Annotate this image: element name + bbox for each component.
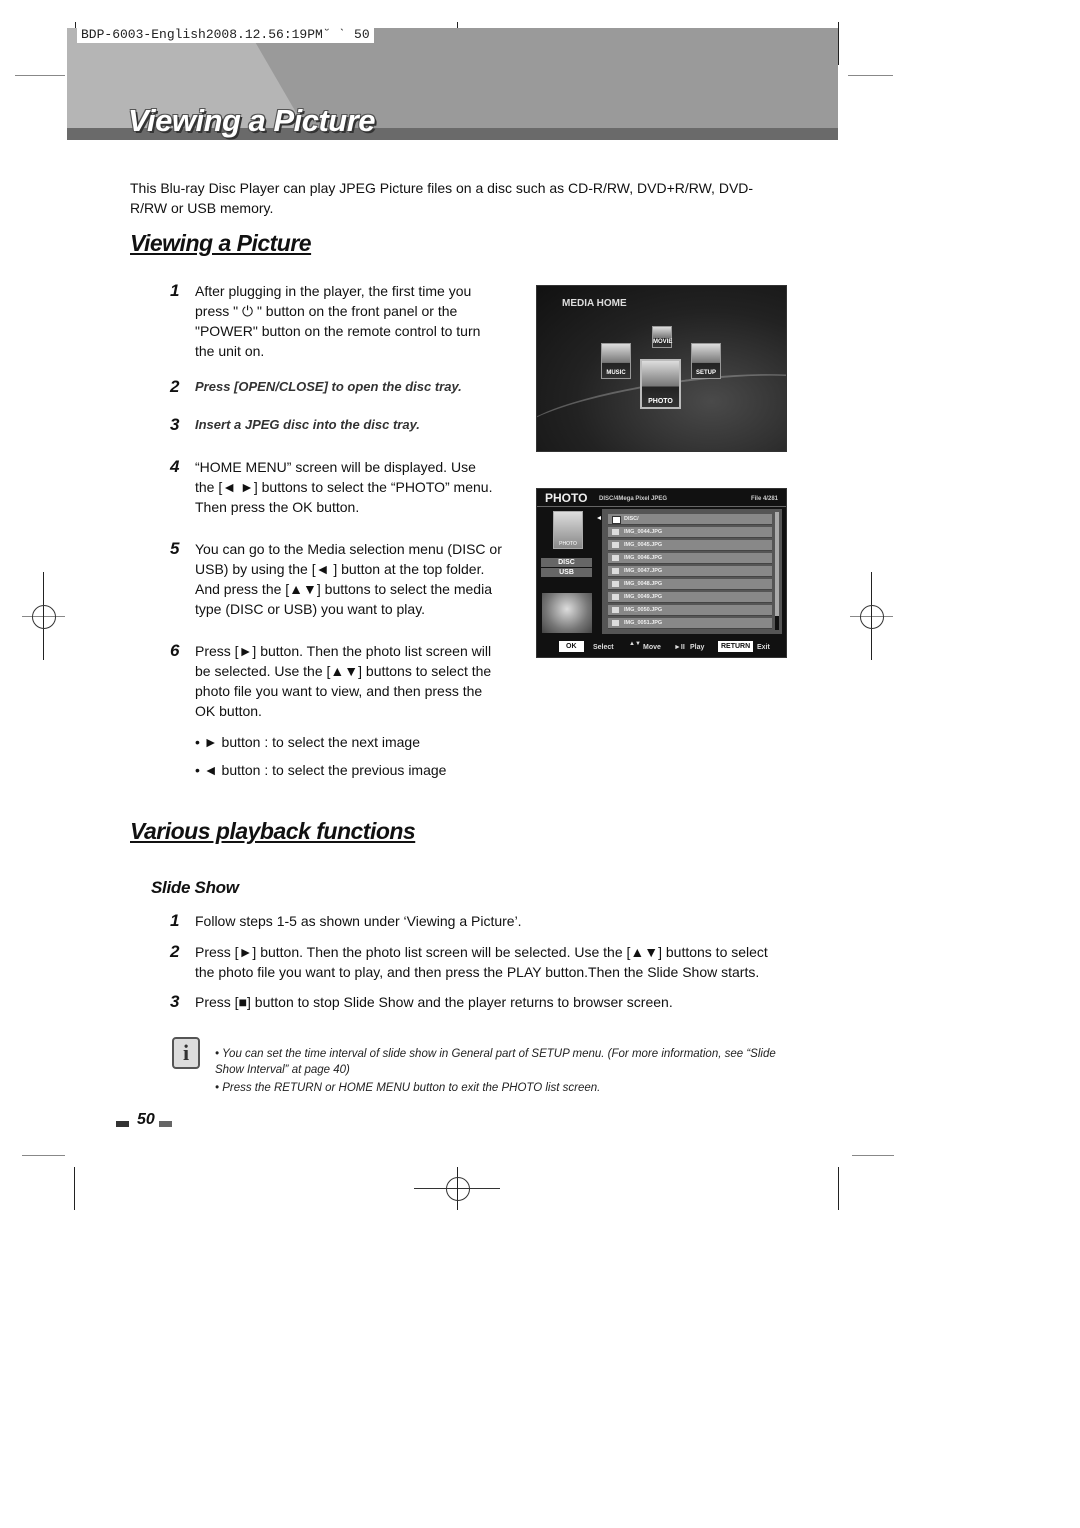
photo-category-icon: PHOTO [553,511,583,549]
file-count: File 4/281 [750,496,778,502]
music-icon: MUSIC [601,343,631,379]
photo-icon: PHOTO [640,359,681,409]
crop-mark [15,75,65,76]
photo-list-footer: OK Select ▲▼ Move ►II Play RETURN Exit [537,639,786,655]
file-row: IMG_0050.JPG [608,605,772,616]
page-marker-left [116,1121,129,1127]
media-disc: DISC [541,558,592,567]
return-key-label: Exit [757,644,770,651]
print-slug: BDP-6003-English2008.12.56:19PM˘ ˋ 50 [77,27,374,43]
crop-mark [838,22,839,65]
image-file-icon [612,594,619,600]
image-file-icon [612,620,619,626]
photo-preview [542,593,592,633]
crop-mark [74,1167,75,1210]
folder-icon [612,516,621,524]
move-arrows-icon: ▲▼ [629,641,641,647]
info-note-icon: i [172,1037,200,1069]
file-row: IMG_0048.JPG [608,579,772,590]
file-row: IMG_0051.JPG [608,618,772,629]
crop-mark [852,1155,894,1156]
image-file-icon [612,542,619,548]
page-marker-right [159,1121,172,1127]
folder-row: DISC/ [608,514,772,525]
movie-icon: MOVIE [652,326,672,348]
bullet-next-image: • ► button : to select the next image [195,734,420,750]
photo-list-screenshot: PHOTO DISC/4Mega Pixel JPEG File 4/281 P… [536,488,787,658]
play-pause-icon: ►II [674,644,685,651]
crop-mark [848,75,893,76]
media-home-title: MEDIA HOME [562,298,627,309]
photo-list-title: PHOTO [545,491,588,505]
crop-mark [22,1155,65,1156]
note-slide-interval: • You can set the time interval of slide… [215,1048,776,1076]
subheading-slide-show: Slide Show [151,878,239,897]
file-list: DISC/ IMG_0044.JPG IMG_0045.JPG IMG_0046… [602,509,782,634]
page-number: 50 [137,1111,155,1128]
media-home-screenshot: MEDIA HOME MOVIE MUSIC SETUP PHOTO [536,285,787,452]
left-arrow-icon [597,516,601,520]
photo-list-path: DISC/4Mega Pixel JPEG [599,496,668,502]
section-heading-playback: Various playback functions [130,818,416,844]
file-row: IMG_0049.JPG [608,592,772,603]
bullet-previous-image: • ◄ button : to select the previous imag… [195,762,447,778]
image-file-icon [612,581,619,587]
image-file-icon [612,529,619,535]
image-file-icon [612,555,619,561]
file-row: IMG_0046.JPG [608,553,772,564]
banner-title: Viewing a Picture [128,103,376,138]
return-key: RETURN [718,641,754,652]
intro-paragraph: This Blu-ray Disc Player can play JPEG P… [130,180,754,216]
file-row: IMG_0045.JPG [608,540,772,551]
ok-key-label: Select [593,644,614,651]
file-row: IMG_0044.JPG [608,527,772,538]
media-usb: USB [541,568,592,577]
crop-mark [838,1167,839,1210]
ok-key: OK [559,641,584,652]
file-row: IMG_0047.JPG [608,566,772,577]
image-file-icon [612,568,619,574]
move-key-label: Move [643,644,661,651]
setup-icon: SETUP [691,343,721,379]
scrollbar [775,512,779,630]
section-heading-viewing: Viewing a Picture [130,230,312,256]
image-file-icon [612,607,619,613]
note-exit-photo-list: • Press the RETURN or HOME MENU button t… [215,1082,601,1094]
play-key-label: Play [690,644,705,651]
